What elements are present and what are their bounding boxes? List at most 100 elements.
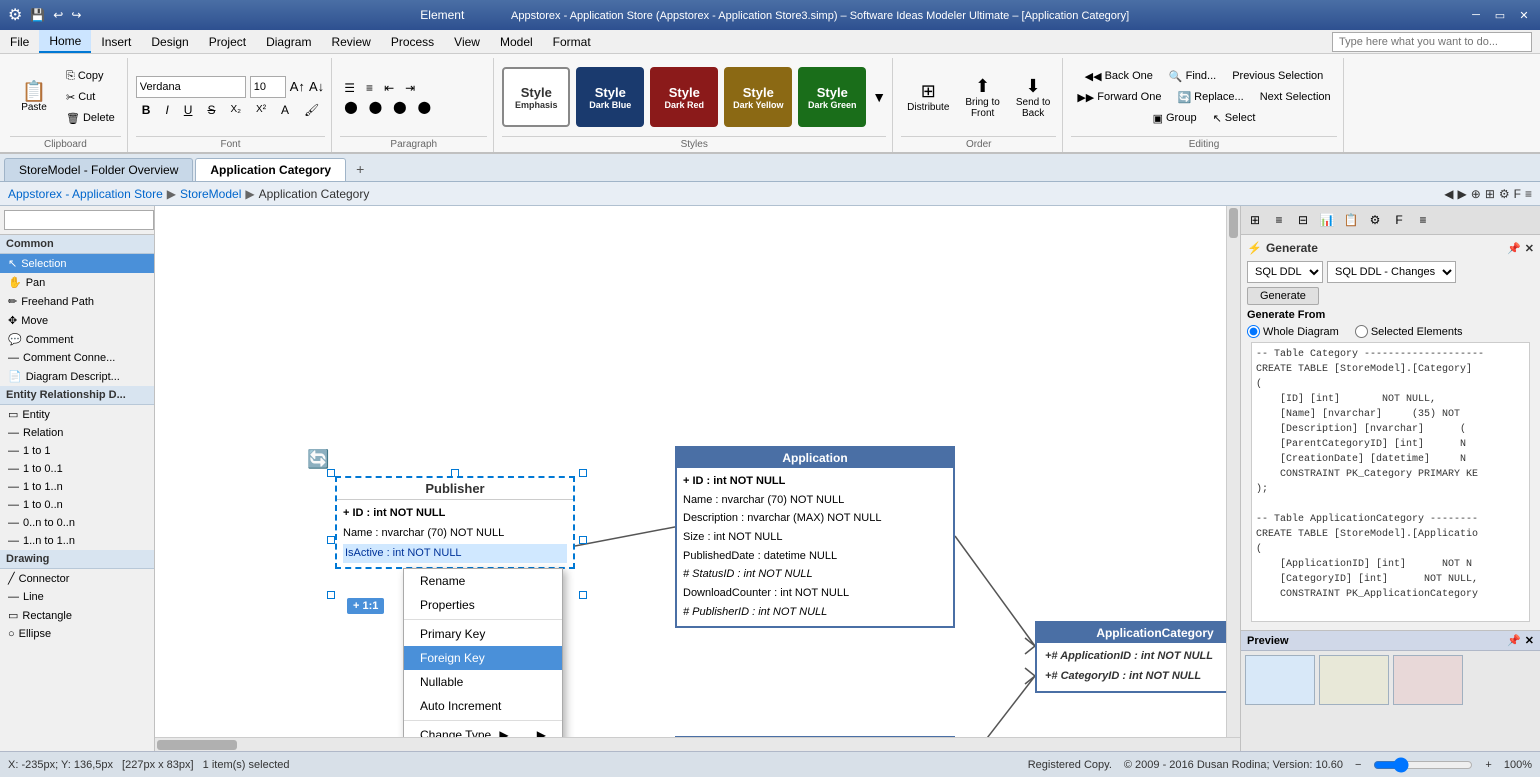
rp-tool-7[interactable]: F <box>1388 209 1410 231</box>
ctx-auto-increment[interactable]: Auto Increment <box>404 694 562 718</box>
copy-button[interactable]: ⎘ Copy <box>60 67 121 86</box>
indent-more-button[interactable]: ⇥ <box>401 80 419 96</box>
prev-selection-button[interactable]: Previous Selection <box>1226 67 1329 86</box>
tool-0n-to-0n[interactable]: — 0..n to 0..n <box>0 514 154 532</box>
style-dark-green-button[interactable]: Style Dark Green <box>798 67 866 127</box>
nav-icon-6[interactable]: F <box>1514 187 1521 201</box>
tool-comment-connector[interactable]: — Comment Conne... <box>0 349 154 367</box>
style-dark-red-button[interactable]: Style Dark Red <box>650 67 718 127</box>
font-size-input[interactable] <box>250 76 286 98</box>
menu-insert[interactable]: Insert <box>91 30 141 53</box>
tool-1to1[interactable]: — 1 to 1 <box>0 442 154 460</box>
ctx-nullable[interactable]: Nullable <box>404 670 562 694</box>
subscript-button[interactable]: X₂ <box>224 102 247 117</box>
cut-button[interactable]: ✂ Cut <box>60 88 121 107</box>
canvas-area[interactable]: Publisher + ID : int NOT NULL Name : nva… <box>155 206 1226 737</box>
generate-button[interactable]: Generate <box>1247 287 1319 305</box>
menu-model[interactable]: Model <box>490 30 543 53</box>
ctx-properties[interactable]: Properties <box>404 593 562 617</box>
preview-close-icon[interactable]: ✕ <box>1525 634 1534 647</box>
ctx-rename[interactable]: Rename <box>404 569 562 593</box>
tool-comment[interactable]: 💬 Comment <box>0 330 154 349</box>
justify-button[interactable]: ⬤ <box>414 99 435 115</box>
underline-button[interactable]: U <box>178 101 199 119</box>
tool-1to0-1[interactable]: — 1 to 0..1 <box>0 460 154 478</box>
tool-connector[interactable]: ╱ Connector <box>0 569 154 588</box>
canvas-vertical-scrollbar[interactable] <box>1226 206 1240 737</box>
selected-elements-radio[interactable] <box>1355 325 1368 338</box>
zoom-out-button[interactable]: − <box>1355 759 1361 771</box>
close-button[interactable]: ✕ <box>1516 7 1532 23</box>
nav-icon-7[interactable]: ≡ <box>1525 187 1532 201</box>
menu-home[interactable]: Home <box>39 30 91 53</box>
menu-process[interactable]: Process <box>381 30 444 53</box>
tool-pan[interactable]: ✋ Pan <box>0 273 154 292</box>
tool-ellipse[interactable]: ○ Ellipse <box>0 625 154 643</box>
menu-diagram[interactable]: Diagram <box>256 30 321 53</box>
font-grow-icon[interactable]: A↑ <box>290 79 305 94</box>
breadcrumb-home[interactable]: Appstorex - Application Store <box>8 187 163 201</box>
rp-tool-4[interactable]: 📊 <box>1316 209 1338 231</box>
forward-one-button[interactable]: ▶▶ Forward One <box>1071 88 1167 107</box>
nav-icon-2[interactable]: ▶ <box>1458 187 1467 201</box>
menu-project[interactable]: Project <box>199 30 256 53</box>
selected-elements-radio-label[interactable]: Selected Elements <box>1355 325 1463 338</box>
whole-diagram-radio-label[interactable]: Whole Diagram <box>1247 325 1339 338</box>
zoom-in-button[interactable]: + <box>1485 759 1491 771</box>
align-left-button[interactable]: ⬤ <box>340 99 361 115</box>
tab-application-category[interactable]: Application Category <box>195 158 346 181</box>
tool-1to0-n[interactable]: — 1 to 0..n <box>0 496 154 514</box>
tab-add-button[interactable]: + <box>348 157 372 181</box>
bold-button[interactable]: B <box>136 101 157 119</box>
rp-tool-2[interactable]: ≡ <box>1268 209 1290 231</box>
superscript-button[interactable]: X² <box>250 102 272 117</box>
align-center-button[interactable]: ⬤ <box>365 99 386 115</box>
send-to-back-button[interactable]: ⬇ Send toBack <box>1010 72 1056 123</box>
paste-button[interactable]: 📋 Paste <box>10 78 58 117</box>
ribbon-search-input[interactable] <box>1332 32 1532 52</box>
menu-file[interactable]: File <box>0 30 39 53</box>
group-button[interactable]: ▣ Group <box>1147 109 1203 128</box>
style-dark-blue-button[interactable]: Style Dark Blue <box>576 67 644 127</box>
quick-access-redo[interactable]: ↪ <box>71 8 81 22</box>
restore-button[interactable]: ▭ <box>1492 7 1508 23</box>
rp-tool-8[interactable]: ≡ <box>1412 209 1434 231</box>
highlight-color-button[interactable]: 🖌 <box>298 101 325 119</box>
tool-line[interactable]: — Line <box>0 588 154 606</box>
application-entity[interactable]: Application + ID : int NOT NULL Name : n… <box>675 446 955 628</box>
sql-ddl-changes-select[interactable]: SQL DDL - Changes <box>1327 261 1456 283</box>
quick-access-save[interactable]: 💾 <box>30 8 45 22</box>
whole-diagram-radio[interactable] <box>1247 325 1260 338</box>
panel-search-input[interactable] <box>4 210 154 230</box>
preview-pin-icon[interactable]: 📌 <box>1507 634 1521 647</box>
styles-expand-button[interactable]: ▼ <box>872 89 886 105</box>
style-emphasis-button[interactable]: Style Emphasis <box>502 67 570 127</box>
tool-rectangle[interactable]: ▭ Rectangle <box>0 606 154 625</box>
tool-1n-to-1n[interactable]: — 1..n to 1..n <box>0 532 154 550</box>
find-button[interactable]: 🔍 Find... <box>1163 67 1222 86</box>
font-name-input[interactable] <box>136 76 246 98</box>
replace-button[interactable]: 🔄 Replace... <box>1171 88 1249 107</box>
bring-to-front-button[interactable]: ⬆ Bring toFront <box>959 72 1005 123</box>
rp-tool-3[interactable]: ⊟ <box>1292 209 1314 231</box>
font-color-button[interactable]: A <box>275 101 295 119</box>
category-entity[interactable]: Category + ID : int NOT NULL Name : nvar… <box>675 736 955 737</box>
list-ordered-button[interactable]: ≡ <box>362 80 377 96</box>
nav-icon-5[interactable]: ⚙ <box>1499 187 1510 201</box>
select-button[interactable]: ↖ Select <box>1207 109 1262 128</box>
tool-selection[interactable]: ↖ Selection <box>0 254 154 273</box>
menu-review[interactable]: Review <box>321 30 380 53</box>
distribute-button[interactable]: ⊞ Distribute <box>901 77 955 117</box>
application-category-entity[interactable]: ApplicationCategory +# ApplicationID : i… <box>1035 621 1226 693</box>
tool-relation[interactable]: — Relation <box>0 424 154 442</box>
ctx-primary-key[interactable]: Primary Key <box>404 622 562 646</box>
indent-less-button[interactable]: ⇤ <box>380 80 398 96</box>
ctx-foreign-key[interactable]: Foreign Key <box>404 646 562 670</box>
tool-diagram-description[interactable]: 📄 Diagram Descript... <box>0 367 154 386</box>
nav-icon-4[interactable]: ⊞ <box>1485 187 1495 201</box>
publisher-entity[interactable]: Publisher + ID : int NOT NULL Name : nva… <box>335 476 575 569</box>
font-shrink-icon[interactable]: A↓ <box>309 79 324 94</box>
generate-pin[interactable]: 📌 <box>1507 242 1521 255</box>
rp-tool-6[interactable]: ⚙ <box>1364 209 1386 231</box>
sql-code-area[interactable]: -- Table Category -------------------- C… <box>1251 342 1530 622</box>
